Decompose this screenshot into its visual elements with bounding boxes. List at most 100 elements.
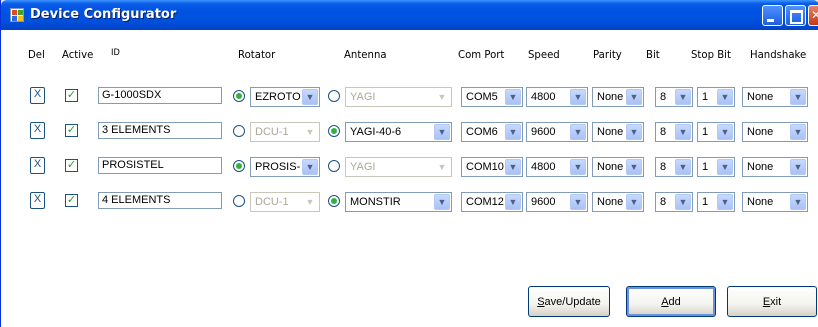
delete-button[interactable]: X (30, 192, 45, 209)
chevron-down-icon[interactable]: ▼ (505, 159, 521, 175)
header-id: ID (111, 48, 120, 58)
chevron-down-icon[interactable]: ▼ (505, 124, 521, 140)
antenna-radio[interactable] (328, 195, 340, 207)
handshake-select[interactable]: None ▼ (742, 87, 808, 107)
antenna-select[interactable]: YAGI ▼ (345, 157, 452, 177)
bit-select[interactable]: 8 ▼ (655, 122, 693, 142)
chevron-down-icon[interactable]: ▼ (790, 194, 806, 210)
chevron-down-icon[interactable]: ▼ (302, 159, 318, 175)
header-parity: Parity (593, 48, 622, 61)
com-port-select[interactable]: COM10 ▼ (461, 157, 523, 177)
header-antenna: Antenna (344, 48, 387, 61)
stop-bit-select[interactable]: 1 ▼ (697, 87, 735, 107)
speed-select[interactable]: 4800 ▼ (526, 157, 588, 177)
rotator-select[interactable]: EZROTO ▼ (250, 87, 320, 107)
com-port-select[interactable]: COM6 ▼ (461, 122, 523, 142)
chevron-down-icon[interactable]: ▼ (434, 194, 450, 210)
delete-button[interactable]: X (30, 157, 45, 174)
chevron-down-icon[interactable]: ▼ (434, 159, 450, 175)
stop-bit-select[interactable]: 1 ▼ (697, 192, 735, 212)
chevron-down-icon[interactable]: ▼ (434, 124, 450, 140)
delete-button[interactable]: X (30, 122, 45, 139)
chevron-down-icon[interactable]: ▼ (570, 194, 586, 210)
delete-button[interactable]: X (30, 87, 45, 104)
chevron-down-icon[interactable]: ▼ (505, 89, 521, 105)
rotator-select[interactable]: PROSIS-I ▼ (250, 157, 320, 177)
antenna-radio[interactable] (328, 90, 340, 102)
antenna-radio[interactable] (328, 125, 340, 137)
chevron-down-icon[interactable]: ▼ (790, 124, 806, 140)
header-active: Active (62, 48, 94, 61)
active-checkbox[interactable]: ✓ (65, 124, 78, 137)
chevron-down-icon[interactable]: ▼ (717, 124, 733, 140)
chevron-down-icon[interactable]: ▼ (675, 194, 691, 210)
chevron-down-icon[interactable]: ▼ (570, 124, 586, 140)
com-port-select[interactable]: COM12 ▼ (461, 192, 523, 212)
active-checkbox[interactable]: ✓ (65, 194, 78, 207)
antenna-select[interactable]: YAGI ▼ (345, 87, 452, 107)
com-port-select[interactable]: COM5 ▼ (461, 87, 523, 107)
handshake-select[interactable]: None ▼ (742, 192, 808, 212)
bit-select[interactable]: 8 ▼ (655, 192, 693, 212)
app-icon (10, 8, 24, 22)
speed-select[interactable]: 4800 ▼ (526, 87, 588, 107)
chevron-down-icon[interactable]: ▼ (675, 159, 691, 175)
active-checkbox[interactable]: ✓ (65, 159, 78, 172)
chevron-down-icon[interactable]: ▼ (505, 194, 521, 210)
stop-bit-select[interactable]: 1 ▼ (697, 122, 735, 142)
maximize-button[interactable] (785, 5, 806, 26)
header-del: Del (28, 48, 45, 61)
chevron-down-icon[interactable]: ▼ (626, 124, 642, 140)
add-button[interactable]: Add (626, 286, 716, 317)
chevron-down-icon[interactable]: ▼ (626, 194, 642, 210)
stop-bit-select[interactable]: 1 ▼ (697, 157, 735, 177)
active-checkbox[interactable]: ✓ (65, 89, 78, 102)
device-id-input[interactable]: G-1000SDX (98, 87, 222, 104)
header-handshake: Handshake (750, 48, 807, 61)
chevron-down-icon[interactable]: ▼ (626, 159, 642, 175)
device-row: X ✓ 4 ELEMENTS DCU-1 ▼ MONSTIR ▼ COM12 ▼… (1, 192, 818, 212)
chevron-down-icon[interactable]: ▼ (675, 89, 691, 105)
speed-select[interactable]: 9600 ▼ (526, 192, 588, 212)
title-bar[interactable]: Device Configurator (1, 0, 818, 30)
rotator-radio[interactable] (233, 90, 245, 102)
header-rotator: Rotator (238, 48, 276, 61)
parity-select[interactable]: None ▼ (592, 122, 644, 142)
parity-select[interactable]: None ▼ (592, 192, 644, 212)
device-id-input[interactable]: 3 ELEMENTS (98, 122, 222, 139)
bit-select[interactable]: 8 ▼ (655, 87, 693, 107)
parity-select[interactable]: None ▼ (592, 157, 644, 177)
chevron-down-icon[interactable]: ▼ (717, 159, 733, 175)
chevron-down-icon[interactable]: ▼ (570, 89, 586, 105)
chevron-down-icon[interactable]: ▼ (675, 124, 691, 140)
device-id-input[interactable]: 4 ELEMENTS (98, 192, 222, 209)
chevron-down-icon[interactable]: ▼ (626, 89, 642, 105)
speed-select[interactable]: 9600 ▼ (526, 122, 588, 142)
rotator-select[interactable]: DCU-1 ▼ (250, 192, 320, 212)
antenna-radio[interactable] (328, 160, 340, 172)
rotator-radio[interactable] (233, 160, 245, 172)
handshake-select[interactable]: None ▼ (742, 122, 808, 142)
exit-button[interactable]: Exit (727, 286, 817, 317)
minimize-button[interactable] (762, 5, 783, 26)
bit-select[interactable]: 8 ▼ (655, 157, 693, 177)
rotator-select[interactable]: DCU-1 ▼ (250, 122, 320, 142)
chevron-down-icon[interactable]: ▼ (302, 124, 318, 140)
chevron-down-icon[interactable]: ▼ (302, 194, 318, 210)
chevron-down-icon[interactable]: ▼ (790, 89, 806, 105)
antenna-select[interactable]: MONSTIR ▼ (345, 192, 452, 212)
rotator-radio[interactable] (233, 195, 245, 207)
chevron-down-icon[interactable]: ▼ (570, 159, 586, 175)
antenna-select[interactable]: YAGI-40-6 ▼ (345, 122, 452, 142)
chevron-down-icon[interactable]: ▼ (717, 89, 733, 105)
save-update-button[interactable]: Save/Update (528, 286, 610, 317)
parity-select[interactable]: None ▼ (592, 87, 644, 107)
device-id-input[interactable]: PROSISTEL (98, 157, 222, 174)
chevron-down-icon[interactable]: ▼ (302, 89, 318, 105)
chevron-down-icon[interactable]: ▼ (717, 194, 733, 210)
chevron-down-icon[interactable]: ▼ (790, 159, 806, 175)
close-button[interactable] (808, 5, 818, 26)
chevron-down-icon[interactable]: ▼ (434, 89, 450, 105)
handshake-select[interactable]: None ▼ (742, 157, 808, 177)
rotator-radio[interactable] (233, 125, 245, 137)
